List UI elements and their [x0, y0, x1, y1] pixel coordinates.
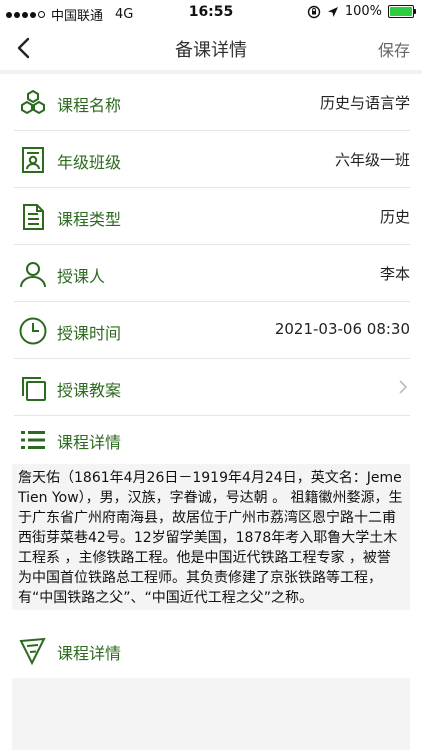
row-grade-class[interactable]: 年级班级 六年级一班 — [0, 131, 422, 188]
detail-section-label: 课程详情 — [57, 433, 122, 452]
detail-text: 詹天佑（1861年4月26日－1919年4月24日，英文名：Jeme Tien … — [18, 470, 403, 606]
battery-icon — [388, 5, 416, 18]
document-list-icon — [23, 204, 44, 230]
battery-percent: 100% — [344, 4, 382, 19]
row-teacher[interactable]: 授课人 李本 — [0, 245, 422, 302]
row-label: 课程类型 — [57, 210, 122, 229]
detail-section-header: 课程详情 — [0, 411, 422, 468]
row-value: 历史 — [379, 208, 410, 226]
list-icon — [21, 431, 45, 449]
row-label: 授课教案 — [57, 381, 122, 400]
row-label: 授课人 — [57, 267, 106, 286]
row-lesson-time[interactable]: 授课时间 2021-03-06 08:30 — [0, 302, 422, 359]
row-course-name[interactable]: 课程名称 历史与语言学 — [0, 74, 422, 131]
page-title: 备课详情 — [175, 40, 247, 61]
second-text-area[interactable] — [12, 678, 410, 750]
copy-icon — [22, 377, 46, 401]
status-bar: 中国联通 4G 16:55 100% — [0, 0, 422, 26]
row-lesson-plan[interactable]: 授课教案 — [0, 359, 422, 416]
battery-fill — [390, 7, 412, 16]
row-course-type[interactable]: 课程类型 历史 — [0, 188, 422, 245]
row-label: 授课时间 — [57, 324, 122, 343]
nav-bar: 备课详情 保存 — [0, 26, 422, 70]
clock-icon — [19, 317, 47, 345]
hexagon-cluster-icon — [21, 89, 45, 115]
row-value: 六年级一班 — [334, 151, 410, 169]
user-icon — [20, 262, 46, 288]
chevron-right-icon — [399, 380, 408, 394]
person-document-icon — [22, 147, 44, 173]
status-right: 100% — [307, 4, 416, 19]
save-button[interactable]: 保存 — [378, 37, 410, 61]
row-label: 年级班级 — [57, 153, 122, 172]
cone-pen-icon — [19, 637, 46, 666]
rotation-lock-icon — [307, 5, 321, 18]
second-section-header: 课程详情 — [0, 622, 422, 679]
detail-text-area[interactable]: 詹天佑（1861年4月26日－1919年4月24日，英文名：Jeme Tien … — [12, 464, 410, 610]
row-value: 2021-03-06 08:30 — [274, 320, 410, 338]
row-label: 课程名称 — [57, 96, 122, 115]
row-value: 李本 — [379, 265, 410, 283]
second-section-label: 课程详情 — [57, 644, 122, 663]
row-value: 历史与语言学 — [319, 94, 410, 112]
location-arrow-icon — [327, 6, 338, 17]
